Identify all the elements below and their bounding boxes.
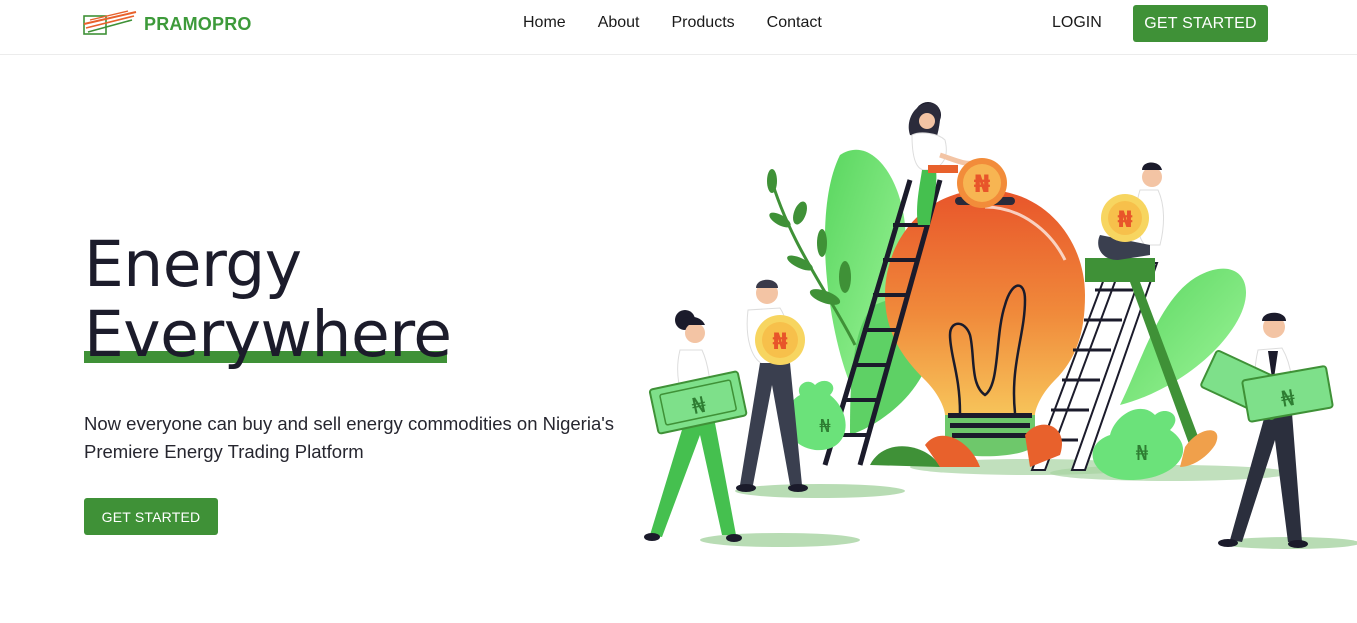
nav-home[interactable]: Home [523, 13, 566, 33]
hero-subtitle: Now everyone can buy and sell energy com… [84, 413, 615, 462]
hero-title-line2: Everywhere [84, 298, 452, 371]
nav-products[interactable]: Products [672, 13, 735, 33]
svg-text:₦: ₦ [1136, 441, 1149, 465]
logo[interactable]: PRAMOPRO [82, 9, 252, 39]
hero-title: Energy Everywhere [84, 230, 452, 370]
logo-icon [83, 10, 137, 35]
svg-text:₦: ₦ [819, 416, 831, 437]
lightbulb-money-illustration: ₦ ₦ ₦ ₦ ₦ ₦ ₦ [644, 102, 1357, 549]
navbar: PRAMOPRO Home About Products Contact LOG… [0, 0, 1357, 55]
hero-title-line1: Energy [84, 228, 302, 301]
svg-text:₦: ₦ [974, 170, 991, 198]
get-started-hero-button[interactable]: GET STARTED [84, 498, 218, 535]
nav-about[interactable]: About [598, 13, 640, 33]
svg-text:₦: ₦ [772, 330, 787, 355]
main-nav: Home About Products Contact [523, 13, 854, 33]
nav-contact[interactable]: Contact [767, 13, 822, 33]
landing-page: PRAMOPRO Home About Products Contact LOG… [0, 0, 1357, 623]
get-started-nav-button[interactable]: GET STARTED [1133, 5, 1268, 42]
login-link[interactable]: LOGIN [1052, 13, 1102, 33]
svg-text:₦: ₦ [1117, 208, 1132, 233]
brand-name: PRAMOPRO [144, 13, 252, 34]
